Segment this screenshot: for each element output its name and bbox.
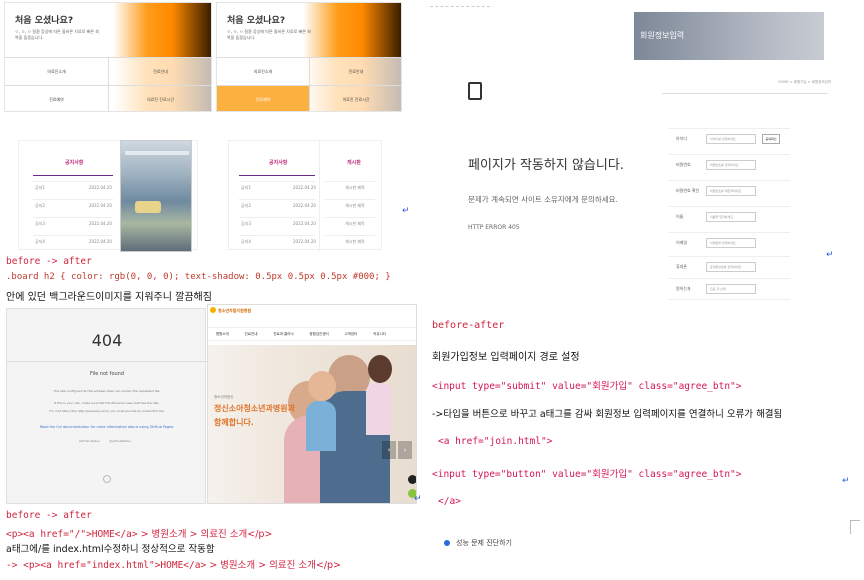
form-row-id: 아이디 아이디를 입력하세요 중복확인	[668, 128, 790, 150]
note2-before-after: before -> after	[6, 510, 92, 521]
next-arrow-icon[interactable]: ›	[398, 441, 412, 459]
name-input[interactable]: 이름을 입력하세요	[706, 212, 756, 222]
password-confirm-input[interactable]: 비밀번호를 재입력하세요	[706, 186, 756, 196]
nav-item[interactable]: 병원소개	[216, 332, 229, 337]
nav-item[interactable]: 진료과·클리닉	[273, 332, 293, 337]
note3-desc: ->타입을 버튼으로 바꾸고 a태그를 감싸 회원정보 입력페이지를 연결하니 …	[432, 409, 783, 420]
notice-row[interactable]: 공지3	[35, 221, 45, 227]
form-row-email: 이메일 이메일을 입력하세요	[668, 232, 790, 254]
error-title: File not found	[89, 371, 125, 377]
notice-row[interactable]: 공지4	[241, 239, 251, 245]
board-title: 게시판	[347, 160, 361, 166]
notice-title: 공지사항	[269, 160, 288, 166]
hero-line3: 함께합니다.	[214, 418, 254, 427]
welcome-subtitle: ㅇ, ㅇ, ㅇ 질환 증상에 따른 올바른 치료로 빠른 회복을 돕겠습니다.	[15, 29, 99, 40]
menu-doctors[interactable]: 의료진소개	[5, 57, 109, 85]
form-row-department: 원하는과 진료 과 선택	[668, 278, 790, 300]
hospital-logo[interactable]: 청소년자립지원병원	[218, 308, 251, 314]
note3-anchor-open: <a href="join.html">	[438, 436, 553, 447]
hero-line1: 청소년의정신	[214, 395, 234, 399]
logo-icon	[210, 307, 216, 313]
hero-line2: 정신소아청소년과병원과	[214, 404, 295, 413]
note1-before-after: before -> after	[6, 256, 92, 267]
nav-item[interactable]: 진료안내	[245, 332, 258, 337]
note3-after-code: <input type="button" value="회원가입" class=…	[432, 469, 742, 480]
broken-page-icon	[468, 82, 482, 100]
github-octocat-icon	[103, 475, 111, 483]
error-subtitle: 문제가 계속되면 사이트 소유자에게 문의하세요.	[468, 195, 618, 204]
menu-reserve[interactable]: 진료예약	[5, 85, 109, 111]
note3-before-code: <input type="submit" value="회원가입" class=…	[432, 381, 742, 392]
notice-row[interactable]: 공지4	[35, 239, 45, 245]
menu-hours[interactable]: 의료진 진료시간	[310, 85, 401, 111]
menu-hours[interactable]: 의료진 진료시간	[109, 85, 211, 111]
note2-before-code: <p><a href="/">HOME</a> > 병원소개 > 의료진 소개<…	[6, 529, 273, 540]
error-code: HTTP ERROR 405	[468, 224, 520, 231]
note3-title: 회원가입정보 입력페이지 경로 설정	[432, 352, 580, 363]
notice-row[interactable]: 공지2	[241, 203, 251, 209]
department-select[interactable]: 진료 과 선택	[706, 284, 756, 294]
welcome-title: 처음 오셨나요?	[227, 16, 286, 26]
browser-error-page: 페이지가 작동하지 않습니다. 문제가 계속되면 사이트 소유자에게 문의하세요…	[430, 10, 630, 300]
id-input[interactable]: 아이디를 입력하세요	[706, 134, 756, 144]
form-row-name: 이름 이름을 입력하세요	[668, 206, 790, 228]
note1-desc: 안에 있던 백그라운드이미지를 지워주니 깔끔해짐	[6, 292, 212, 303]
password-input[interactable]: 비밀번호를 입력하세요	[706, 160, 756, 170]
menu-guide[interactable]: 진료안내	[310, 57, 401, 85]
chat-icon[interactable]	[408, 475, 416, 484]
hero-banner: 청소년의정신 정신소아청소년과병원과 함께합니다. ‹ ›	[208, 345, 416, 503]
form-row-password: 비밀번호 비밀번호를 입력하세요	[668, 154, 790, 176]
github-404-page: 404 File not found The site configured a…	[6, 308, 207, 504]
notice-panel-right: 공지사항 게시판 공지1 2022.04.20 공지2 2022.04.20 공지3…	[228, 140, 382, 251]
breadcrumb: HOME > 회원가입 > 회원정보입력	[778, 80, 832, 84]
notice-row[interactable]: 공지2	[35, 203, 45, 209]
phone-input[interactable]: 휴대폰번호를 입력하세요	[706, 262, 756, 272]
error-code: 404	[91, 331, 123, 350]
diagnose-icon	[444, 540, 450, 546]
menu-doctors[interactable]: 의료진소개	[217, 57, 310, 85]
hospital-homepage: 청소년자립지원병원 병원소개 진료안내 진료과·클리닉 종합검진센터 고객센터 …	[207, 304, 417, 504]
docs-link[interactable]: Read the full documentation for more inf…	[17, 425, 197, 429]
notice-row[interactable]: 공지3	[241, 221, 251, 227]
form-row-password-confirm: 비밀번호 확인 비밀번호를 재입력하세요	[668, 180, 790, 202]
prev-arrow-icon[interactable]: ‹	[382, 441, 396, 459]
note3-anchor-close: </a>	[438, 496, 461, 507]
nav-item[interactable]: 커뮤니티	[373, 332, 386, 337]
note1-css: .board h2 { color: rgb(0, 0, 0); text-sh…	[6, 272, 391, 282]
lobby-photo	[120, 140, 192, 252]
nav-item[interactable]: 고객센터	[344, 332, 357, 337]
menu-reserve[interactable]: 진료예약	[217, 85, 310, 111]
board-row[interactable]: 게시판 제목	[345, 203, 365, 209]
note2-desc: a태그에/를 index.html수정하니 정상적으로 작동함	[6, 544, 215, 555]
nav-item[interactable]: 종합검진센터	[309, 332, 328, 337]
board-row[interactable]: 게시판 제목	[345, 185, 365, 191]
notice-row[interactable]: 공지1	[241, 185, 251, 191]
welcome-title: 처음 오셨나요?	[15, 16, 74, 26]
check-duplicate-button[interactable]: 중복확인	[762, 134, 780, 144]
note2-after-code: -> <p><a href="index.html">HOME</a> > 병원…	[6, 560, 342, 571]
welcome-subtitle: ㅇ, ㅇ, ㅇ 질환 증상에 따른 올바른 치료로 빠른 회복을 돕겠습니다.	[227, 29, 311, 40]
menu-guide[interactable]: 진료안내	[109, 57, 211, 85]
notice-row[interactable]: 공지1	[35, 185, 45, 191]
board-row[interactable]: 게시판 제목	[345, 221, 365, 227]
form-row-phone: 휴대폰 휴대폰번호를 입력하세요	[668, 256, 790, 278]
note3-before-after: before-after	[432, 320, 505, 331]
notice-title: 공지사항	[65, 160, 84, 166]
signup-banner: 회원정보입력	[634, 12, 824, 60]
email-input[interactable]: 이메일을 입력하세요	[706, 238, 756, 248]
top-nav: 병원소개 진료안내 진료과·클리닉 종합검진센터 고객센터 커뮤니티	[208, 327, 416, 341]
welcome-panel-right: 처음 오셨나요? ㅇ, ㅇ, ㅇ 질환 증상에 따른 올바른 치료로 빠른 회복…	[216, 2, 402, 112]
welcome-panel-left: 처음 오셨나요? ㅇ, ㅇ, ㅇ 질환 증상에 따른 올바른 치료로 빠른 회복…	[4, 2, 212, 112]
twitter-link[interactable]: @githubstatus	[109, 439, 131, 443]
notice-divider	[33, 175, 113, 176]
diagnose-link[interactable]: 성능 문제 진단하기	[456, 538, 512, 548]
status-link[interactable]: GitHub Status	[79, 439, 100, 443]
error-title: 페이지가 작동하지 않습니다.	[468, 158, 624, 173]
board-row[interactable]: 게시판 제목	[345, 239, 365, 245]
